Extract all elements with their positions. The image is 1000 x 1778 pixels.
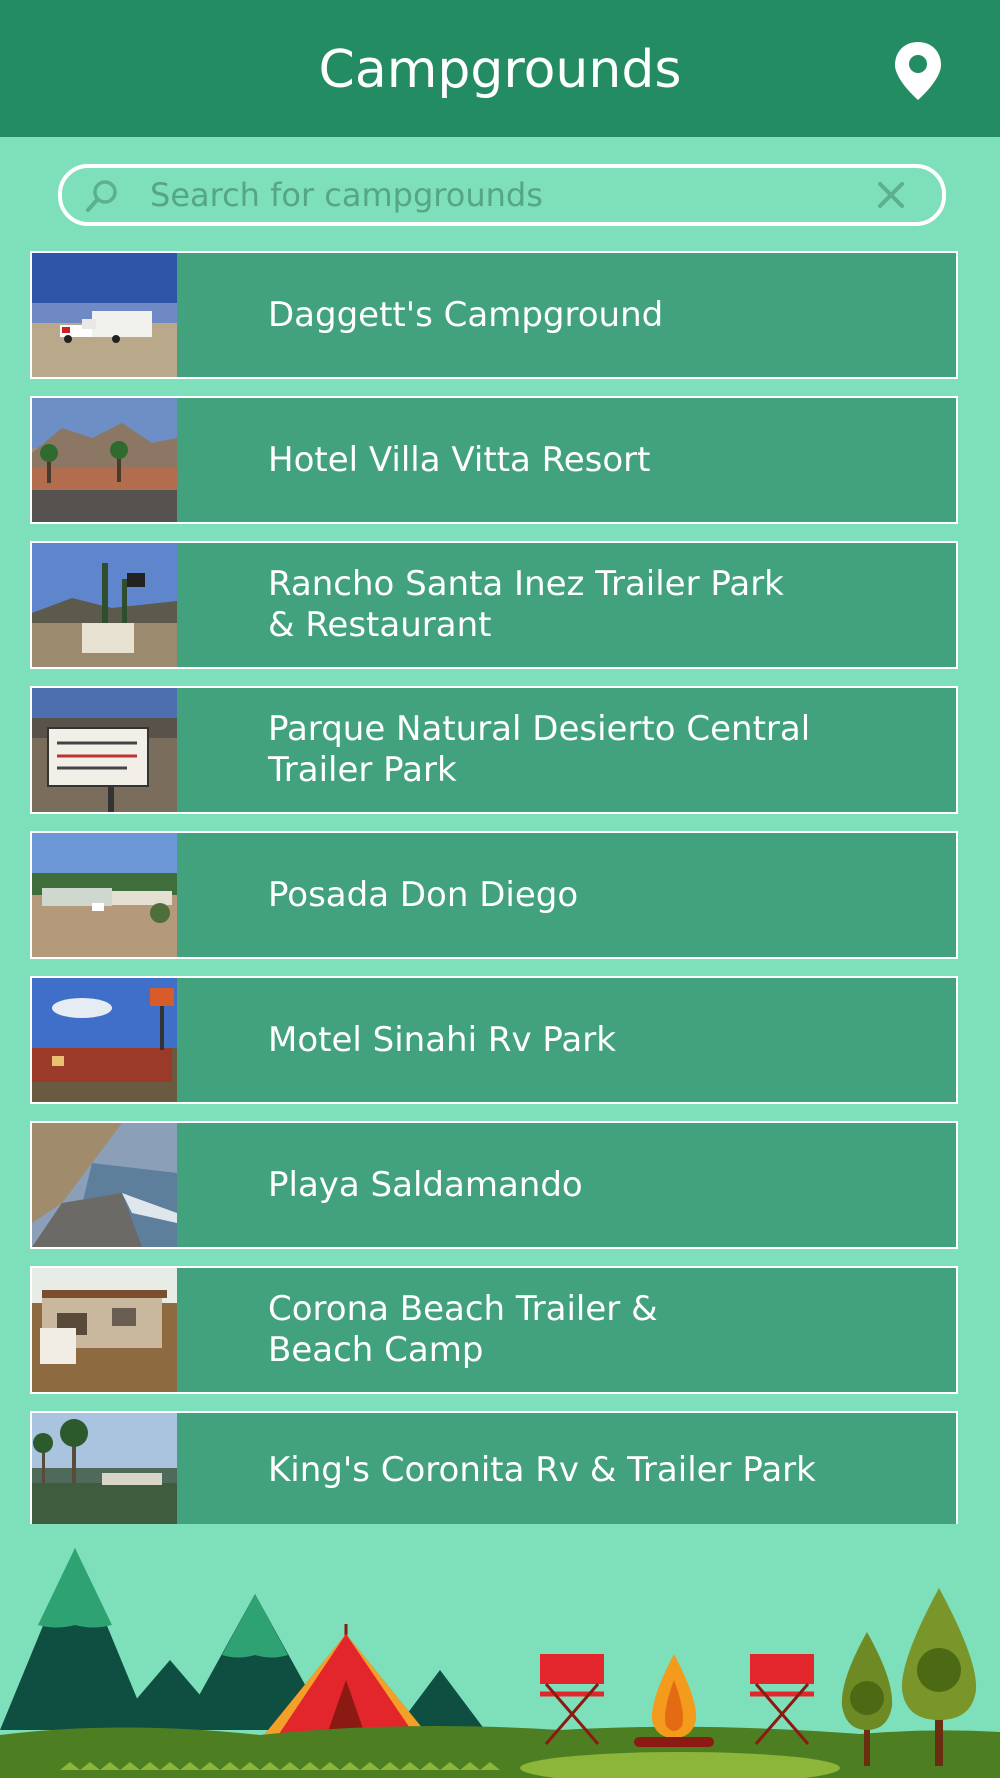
campground-item[interactable]: Posada Don Diego bbox=[30, 831, 958, 959]
campground-name: Parque Natural Desierto Central Trailer … bbox=[268, 709, 811, 790]
app-header: Campgrounds bbox=[0, 0, 1000, 137]
campground-thumbnail bbox=[32, 1123, 177, 1247]
campground-list[interactable]: Daggett's Campground Hotel Villa Vitta R… bbox=[30, 251, 958, 1524]
campground-name: Rancho Santa Inez Trailer Park & Restaur… bbox=[268, 564, 784, 645]
campground-item[interactable]: Hotel Villa Vitta Resort bbox=[30, 396, 958, 524]
campground-thumbnail bbox=[32, 543, 177, 667]
search-input[interactable] bbox=[150, 168, 830, 222]
clear-icon[interactable] bbox=[876, 180, 906, 210]
campground-item[interactable]: Rancho Santa Inez Trailer Park & Restaur… bbox=[30, 541, 958, 669]
campground-name: Posada Don Diego bbox=[268, 874, 579, 915]
campground-item[interactable]: Daggett's Campground bbox=[30, 251, 958, 379]
campground-name: Motel Sinahi Rv Park bbox=[268, 1019, 616, 1060]
campground-thumbnail bbox=[32, 688, 177, 812]
page-title: Campgrounds bbox=[318, 40, 682, 100]
campground-item[interactable]: Corona Beach Trailer & Beach Camp bbox=[30, 1266, 958, 1394]
campground-item[interactable]: Parque Natural Desierto Central Trailer … bbox=[30, 686, 958, 814]
campground-name: Hotel Villa Vitta Resort bbox=[268, 439, 651, 480]
campsite-illustration bbox=[0, 1548, 1000, 1778]
campground-name: Daggett's Campground bbox=[268, 294, 664, 335]
campground-name: Corona Beach Trailer & Beach Camp bbox=[268, 1289, 658, 1370]
campground-item[interactable]: Motel Sinahi Rv Park bbox=[30, 976, 958, 1104]
search-icon bbox=[86, 180, 117, 212]
campground-item[interactable]: Playa Saldamando bbox=[30, 1121, 958, 1249]
campground-thumbnail bbox=[32, 398, 177, 522]
campground-thumbnail bbox=[32, 1268, 177, 1392]
search-bar[interactable] bbox=[58, 164, 946, 226]
campground-name: Playa Saldamando bbox=[268, 1164, 583, 1205]
campground-thumbnail bbox=[32, 253, 177, 377]
campground-item[interactable]: King's Coronita Rv & Trailer Park bbox=[30, 1411, 958, 1524]
campground-name: King's Coronita Rv & Trailer Park bbox=[268, 1449, 816, 1490]
campground-thumbnail bbox=[32, 1413, 177, 1524]
campground-thumbnail bbox=[32, 978, 177, 1102]
campground-thumbnail bbox=[32, 833, 177, 957]
map-pin-icon[interactable] bbox=[890, 40, 946, 102]
